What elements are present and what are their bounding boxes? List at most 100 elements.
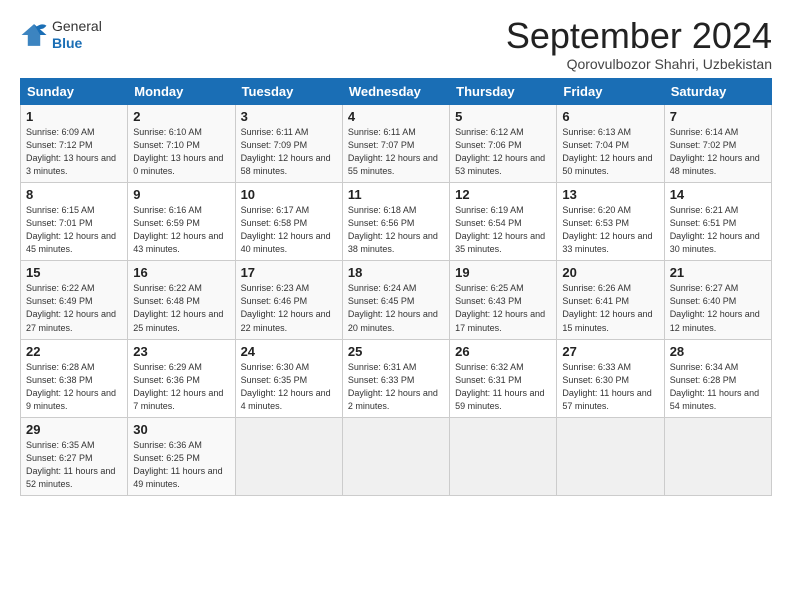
day-number: 3 bbox=[241, 109, 337, 124]
day-info: Sunrise: 6:22 AM Sunset: 6:48 PM Dayligh… bbox=[133, 282, 229, 334]
calendar-cell: 6 Sunrise: 6:13 AM Sunset: 7:04 PM Daylig… bbox=[557, 105, 664, 183]
day-number: 15 bbox=[26, 265, 122, 280]
calendar-cell: 11 Sunrise: 6:18 AM Sunset: 6:56 PM Dayli… bbox=[342, 183, 449, 261]
day-info: Sunrise: 6:10 AM Sunset: 7:10 PM Dayligh… bbox=[133, 126, 229, 178]
day-info: Sunrise: 6:13 AM Sunset: 7:04 PM Dayligh… bbox=[562, 126, 658, 178]
day-number: 21 bbox=[670, 265, 766, 280]
day-number: 26 bbox=[455, 344, 551, 359]
day-number: 17 bbox=[241, 265, 337, 280]
calendar-week-3: 15 Sunrise: 6:22 AM Sunset: 6:49 PM Dayli… bbox=[21, 261, 772, 339]
day-info: Sunrise: 6:11 AM Sunset: 7:07 PM Dayligh… bbox=[348, 126, 444, 178]
day-number: 22 bbox=[26, 344, 122, 359]
calendar-cell: 26 Sunrise: 6:32 AM Sunset: 6:31 PM Dayli… bbox=[450, 339, 557, 417]
calendar-cell: 29Sunrise: 6:35 AM Sunset: 6:27 PM Dayli… bbox=[21, 417, 128, 495]
day-info: Sunrise: 6:36 AM Sunset: 6:25 PM Dayligh… bbox=[133, 439, 229, 491]
day-info: Sunrise: 6:11 AM Sunset: 7:09 PM Dayligh… bbox=[241, 126, 337, 178]
day-info: Sunrise: 6:21 AM Sunset: 6:51 PM Dayligh… bbox=[670, 204, 766, 256]
day-number: 20 bbox=[562, 265, 658, 280]
calendar-cell: 1 Sunrise: 6:09 AM Sunset: 7:12 PM Daylig… bbox=[21, 105, 128, 183]
day-info: Sunrise: 6:26 AM Sunset: 6:41 PM Dayligh… bbox=[562, 282, 658, 334]
title-block: September 2024 Qorovulbozor Shahri, Uzbe… bbox=[506, 18, 772, 72]
calendar-cell: 7 Sunrise: 6:14 AM Sunset: 7:02 PM Daylig… bbox=[664, 105, 771, 183]
day-number: 5 bbox=[455, 109, 551, 124]
calendar-cell: 20 Sunrise: 6:26 AM Sunset: 6:41 PM Dayli… bbox=[557, 261, 664, 339]
day-info: Sunrise: 6:09 AM Sunset: 7:12 PM Dayligh… bbox=[26, 126, 122, 178]
day-info: Sunrise: 6:22 AM Sunset: 6:49 PM Dayligh… bbox=[26, 282, 122, 334]
calendar-week-2: 8 Sunrise: 6:15 AM Sunset: 7:01 PM Daylig… bbox=[21, 183, 772, 261]
day-number: 11 bbox=[348, 187, 444, 202]
day-info: Sunrise: 6:19 AM Sunset: 6:54 PM Dayligh… bbox=[455, 204, 551, 256]
day-number: 7 bbox=[670, 109, 766, 124]
calendar-cell: 14Sunrise: 6:21 AM Sunset: 6:51 PM Dayli… bbox=[664, 183, 771, 261]
day-header-wednesday: Wednesday bbox=[342, 79, 449, 105]
calendar-week-4: 22 Sunrise: 6:28 AM Sunset: 6:38 PM Dayli… bbox=[21, 339, 772, 417]
day-info: Sunrise: 6:28 AM Sunset: 6:38 PM Dayligh… bbox=[26, 361, 122, 413]
day-info: Sunrise: 6:27 AM Sunset: 6:40 PM Dayligh… bbox=[670, 282, 766, 334]
calendar-cell: 16Sunrise: 6:22 AM Sunset: 6:48 PM Dayli… bbox=[128, 261, 235, 339]
month-title: September 2024 bbox=[506, 18, 772, 54]
logo: General Blue bbox=[20, 18, 102, 52]
day-info: Sunrise: 6:34 AM Sunset: 6:28 PM Dayligh… bbox=[670, 361, 766, 413]
calendar-cell: 2Sunrise: 6:10 AM Sunset: 7:10 PM Daylig… bbox=[128, 105, 235, 183]
day-header-monday: Monday bbox=[128, 79, 235, 105]
day-info: Sunrise: 6:12 AM Sunset: 7:06 PM Dayligh… bbox=[455, 126, 551, 178]
day-number: 8 bbox=[26, 187, 122, 202]
day-info: Sunrise: 6:32 AM Sunset: 6:31 PM Dayligh… bbox=[455, 361, 551, 413]
day-number: 19 bbox=[455, 265, 551, 280]
day-number: 30 bbox=[133, 422, 229, 437]
day-number: 23 bbox=[133, 344, 229, 359]
calendar-cell: 30 Sunrise: 6:36 AM Sunset: 6:25 PM Dayli… bbox=[128, 417, 235, 495]
day-header-sunday: Sunday bbox=[21, 79, 128, 105]
calendar-cell: 12Sunrise: 6:19 AM Sunset: 6:54 PM Dayli… bbox=[450, 183, 557, 261]
calendar-cell bbox=[557, 417, 664, 495]
calendar-cell: 8 Sunrise: 6:15 AM Sunset: 7:01 PM Daylig… bbox=[21, 183, 128, 261]
day-number: 25 bbox=[348, 344, 444, 359]
day-number: 6 bbox=[562, 109, 658, 124]
day-info: Sunrise: 6:33 AM Sunset: 6:30 PM Dayligh… bbox=[562, 361, 658, 413]
calendar-cell: 4 Sunrise: 6:11 AM Sunset: 7:07 PM Daylig… bbox=[342, 105, 449, 183]
location: Qorovulbozor Shahri, Uzbekistan bbox=[506, 56, 772, 72]
day-header-saturday: Saturday bbox=[664, 79, 771, 105]
page-header: General Blue September 2024 Qorovulbozor… bbox=[20, 18, 772, 72]
day-number: 4 bbox=[348, 109, 444, 124]
calendar-table: SundayMondayTuesdayWednesdayThursdayFrid… bbox=[20, 78, 772, 496]
calendar-cell: 28 Sunrise: 6:34 AM Sunset: 6:28 PM Dayli… bbox=[664, 339, 771, 417]
calendar-cell bbox=[664, 417, 771, 495]
calendar-week-1: 1 Sunrise: 6:09 AM Sunset: 7:12 PM Daylig… bbox=[21, 105, 772, 183]
day-info: Sunrise: 6:31 AM Sunset: 6:33 PM Dayligh… bbox=[348, 361, 444, 413]
calendar-header: SundayMondayTuesdayWednesdayThursdayFrid… bbox=[21, 79, 772, 105]
calendar-cell: 23Sunrise: 6:29 AM Sunset: 6:36 PM Dayli… bbox=[128, 339, 235, 417]
day-info: Sunrise: 6:35 AM Sunset: 6:27 PM Dayligh… bbox=[26, 439, 122, 491]
day-number: 1 bbox=[26, 109, 122, 124]
calendar-cell: 3 Sunrise: 6:11 AM Sunset: 7:09 PM Daylig… bbox=[235, 105, 342, 183]
day-info: Sunrise: 6:20 AM Sunset: 6:53 PM Dayligh… bbox=[562, 204, 658, 256]
calendar-cell bbox=[450, 417, 557, 495]
calendar-cell bbox=[235, 417, 342, 495]
calendar-week-5: 29Sunrise: 6:35 AM Sunset: 6:27 PM Dayli… bbox=[21, 417, 772, 495]
day-number: 28 bbox=[670, 344, 766, 359]
day-number: 18 bbox=[348, 265, 444, 280]
logo-icon bbox=[20, 21, 48, 49]
day-info: Sunrise: 6:25 AM Sunset: 6:43 PM Dayligh… bbox=[455, 282, 551, 334]
day-number: 27 bbox=[562, 344, 658, 359]
calendar-cell: 9Sunrise: 6:16 AM Sunset: 6:59 PM Daylig… bbox=[128, 183, 235, 261]
day-info: Sunrise: 6:15 AM Sunset: 7:01 PM Dayligh… bbox=[26, 204, 122, 256]
day-header-friday: Friday bbox=[557, 79, 664, 105]
calendar-cell: 27 Sunrise: 6:33 AM Sunset: 6:30 PM Dayli… bbox=[557, 339, 664, 417]
logo-text: General Blue bbox=[52, 18, 102, 52]
calendar-cell: 17Sunrise: 6:23 AM Sunset: 6:46 PM Dayli… bbox=[235, 261, 342, 339]
calendar-cell: 10Sunrise: 6:17 AM Sunset: 6:58 PM Dayli… bbox=[235, 183, 342, 261]
calendar-cell: 13 Sunrise: 6:20 AM Sunset: 6:53 PM Dayli… bbox=[557, 183, 664, 261]
calendar-body: 1 Sunrise: 6:09 AM Sunset: 7:12 PM Daylig… bbox=[21, 105, 772, 496]
calendar-cell: 22 Sunrise: 6:28 AM Sunset: 6:38 PM Dayli… bbox=[21, 339, 128, 417]
calendar-cell: 21 Sunrise: 6:27 AM Sunset: 6:40 PM Dayli… bbox=[664, 261, 771, 339]
day-header-tuesday: Tuesday bbox=[235, 79, 342, 105]
day-number: 13 bbox=[562, 187, 658, 202]
calendar-cell: 15 Sunrise: 6:22 AM Sunset: 6:49 PM Dayli… bbox=[21, 261, 128, 339]
day-number: 24 bbox=[241, 344, 337, 359]
day-info: Sunrise: 6:14 AM Sunset: 7:02 PM Dayligh… bbox=[670, 126, 766, 178]
calendar-cell: 19 Sunrise: 6:25 AM Sunset: 6:43 PM Dayli… bbox=[450, 261, 557, 339]
day-info: Sunrise: 6:17 AM Sunset: 6:58 PM Dayligh… bbox=[241, 204, 337, 256]
day-info: Sunrise: 6:18 AM Sunset: 6:56 PM Dayligh… bbox=[348, 204, 444, 256]
calendar-cell: 18Sunrise: 6:24 AM Sunset: 6:45 PM Dayli… bbox=[342, 261, 449, 339]
